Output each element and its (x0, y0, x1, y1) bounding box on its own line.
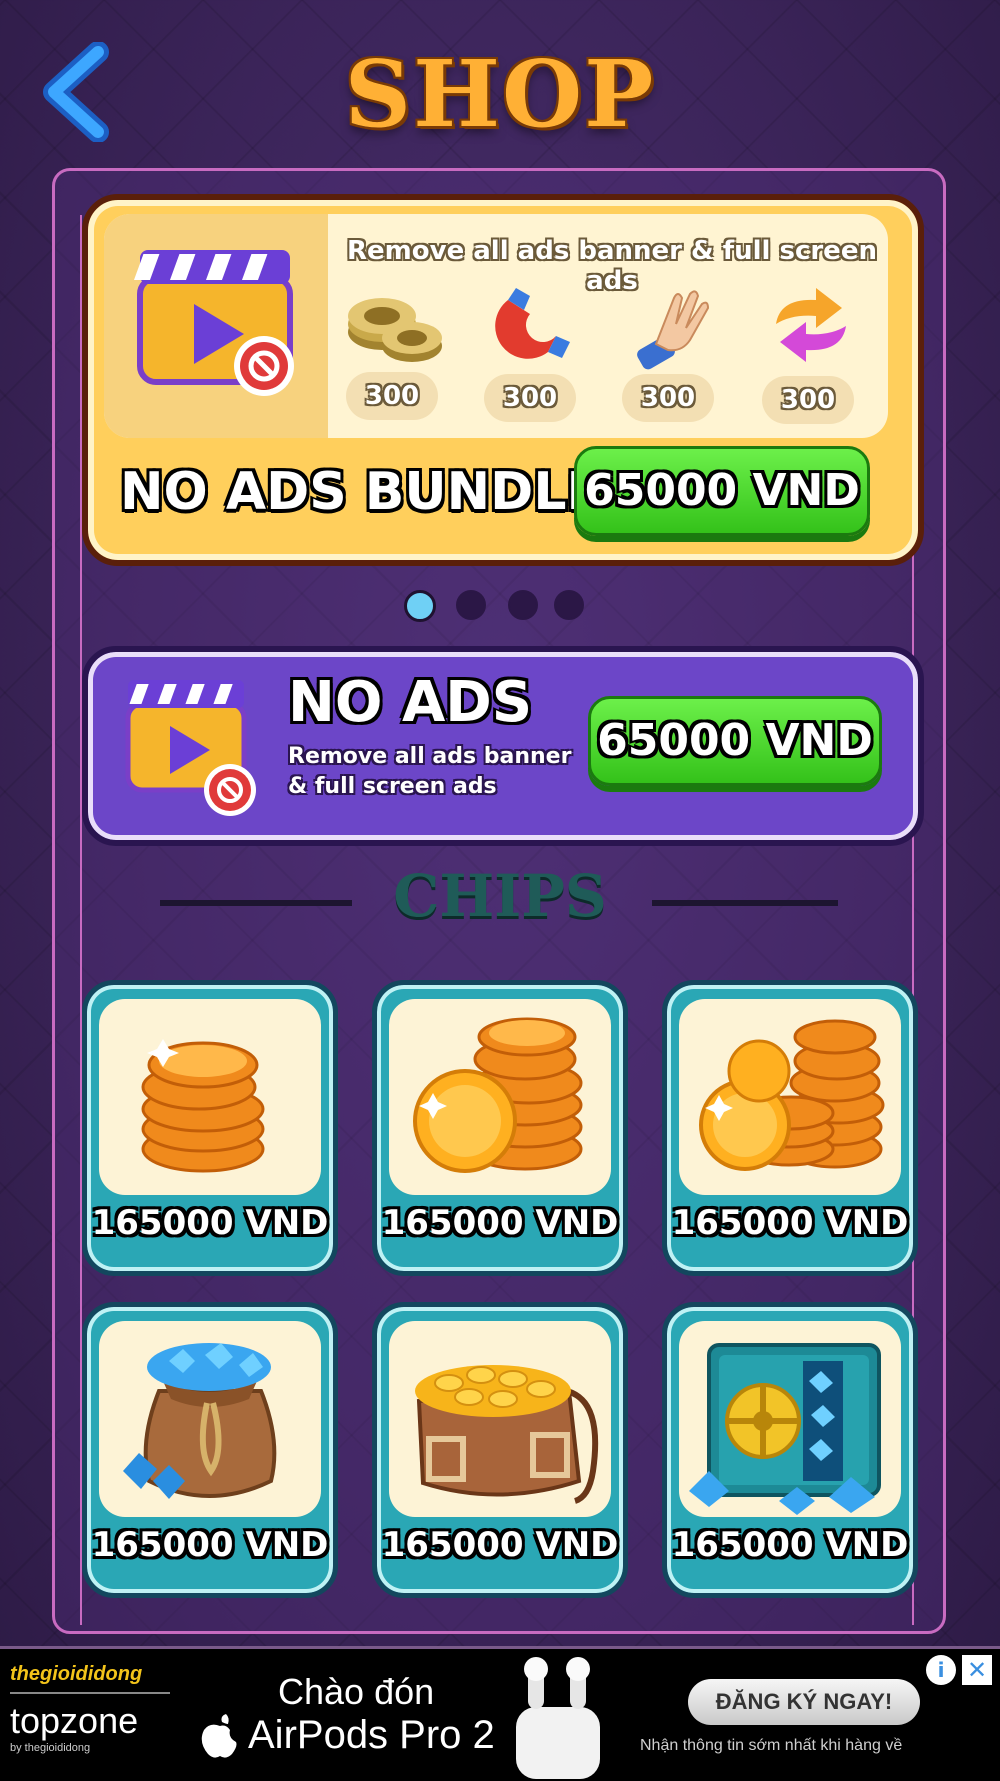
chip-pack-image (99, 999, 321, 1195)
chip-pack-price: 165000 VND (91, 1203, 329, 1243)
clapperboard-no-ads-icon (125, 680, 256, 816)
bundle-item-magnet: 300 (478, 280, 588, 430)
ad-brand-main: topzone (10, 1700, 139, 1741)
clapperboard-no-ads-icon (133, 250, 294, 396)
large-coin-stack-icon (699, 1019, 885, 1171)
ad-product: AirPods Pro 2 (248, 1713, 495, 1757)
ad-brand-top: thegioididong (10, 1663, 143, 1685)
ad-copy: Chào đón AirPods Pro 2 (200, 1671, 495, 1758)
ad-headline: Chào đón (278, 1671, 435, 1712)
magnet-icon (495, 288, 570, 359)
chips-section-title: CHIPS (393, 862, 607, 930)
apple-logo-icon (201, 1713, 237, 1758)
shuffle-arrows-icon (776, 288, 846, 362)
bundle-item-shuffle: 300 (756, 280, 866, 430)
chip-pack-card[interactable]: 165000 VND (82, 1302, 338, 1598)
chip-pack-price: 165000 VND (91, 1525, 329, 1565)
ad-info-icon[interactable]: i (926, 1655, 956, 1685)
chip-pack-card[interactable]: 165000 VND (662, 1302, 918, 1598)
chip-pack-image (679, 1321, 901, 1517)
page-title: SHOP (344, 40, 656, 148)
ad-brand-sub: by thegioididong (10, 1742, 91, 1754)
chip-pack-image (679, 999, 901, 1195)
small-coin-stack-icon (141, 1039, 265, 1173)
coin-satchel-icon (415, 1365, 599, 1504)
ad-banner[interactable]: thegioididong topzone by thegioididong C… (0, 1646, 1000, 1781)
hand-icon (637, 290, 710, 370)
ad-subtext: Nhận thông tin sớm nhất khi hàng về (640, 1737, 903, 1754)
chip-pack-price: 165000 VND (671, 1203, 909, 1243)
chip-pack-price: 165000 VND (381, 1203, 619, 1243)
gem-safe-icon (689, 1343, 881, 1515)
bundle-title: NO ADS BUNDLE (120, 462, 602, 522)
chip-pack-price: 165000 VND (381, 1525, 619, 1565)
chip-pack-image (99, 1321, 321, 1517)
section-divider-right (652, 900, 838, 906)
ad-cta-button[interactable]: ĐĂNG KÝ NGAY! (688, 1679, 920, 1725)
bundle-image-area (104, 214, 328, 438)
gem-sack-icon (123, 1343, 277, 1499)
chip-pack-price: 165000 VND (671, 1525, 909, 1565)
carousel-dot-1[interactable] (404, 590, 436, 622)
chip-pack-card[interactable]: 165000 VND (372, 1302, 628, 1598)
no-ads-title: NO ADS (288, 670, 533, 735)
bundle-item-count: 300 (484, 374, 576, 422)
bundle-buy-button[interactable]: 65000 VND (574, 446, 870, 536)
airpods-case-icon (516, 1657, 600, 1779)
bundle-contents: Remove all ads banner & full screen ads … (104, 214, 888, 438)
chip-pack-card[interactable]: 165000 VND (662, 980, 918, 1276)
bundle-item-count: 300 (622, 374, 714, 422)
chips-stack-icon (348, 298, 442, 362)
bundle-item-count: 300 (346, 372, 438, 420)
bundle-item-chips: 300 (340, 280, 450, 430)
bundle-item-count: 300 (762, 376, 854, 424)
chip-pack-image (389, 1321, 611, 1517)
carousel-dot-2[interactable] (456, 590, 486, 620)
chip-pack-card[interactable]: 165000 VND (82, 980, 338, 1276)
ad-close-icon[interactable]: ✕ (962, 1655, 992, 1685)
carousel-dot-4[interactable] (554, 590, 584, 620)
ad-brand-logo: thegioididong topzone by thegioididong (10, 1663, 170, 1773)
chip-pack-card[interactable]: 165000 VND (372, 980, 628, 1276)
no-ads-description: Remove all ads banner & full screen ads (288, 744, 572, 799)
bundle-item-hand: 300 (616, 280, 726, 430)
no-ads-buy-button[interactable]: 65000 VND (588, 696, 882, 786)
carousel-dot-3[interactable] (508, 590, 538, 620)
chip-pack-image (389, 999, 611, 1195)
medium-coin-stack-icon (413, 1017, 583, 1173)
